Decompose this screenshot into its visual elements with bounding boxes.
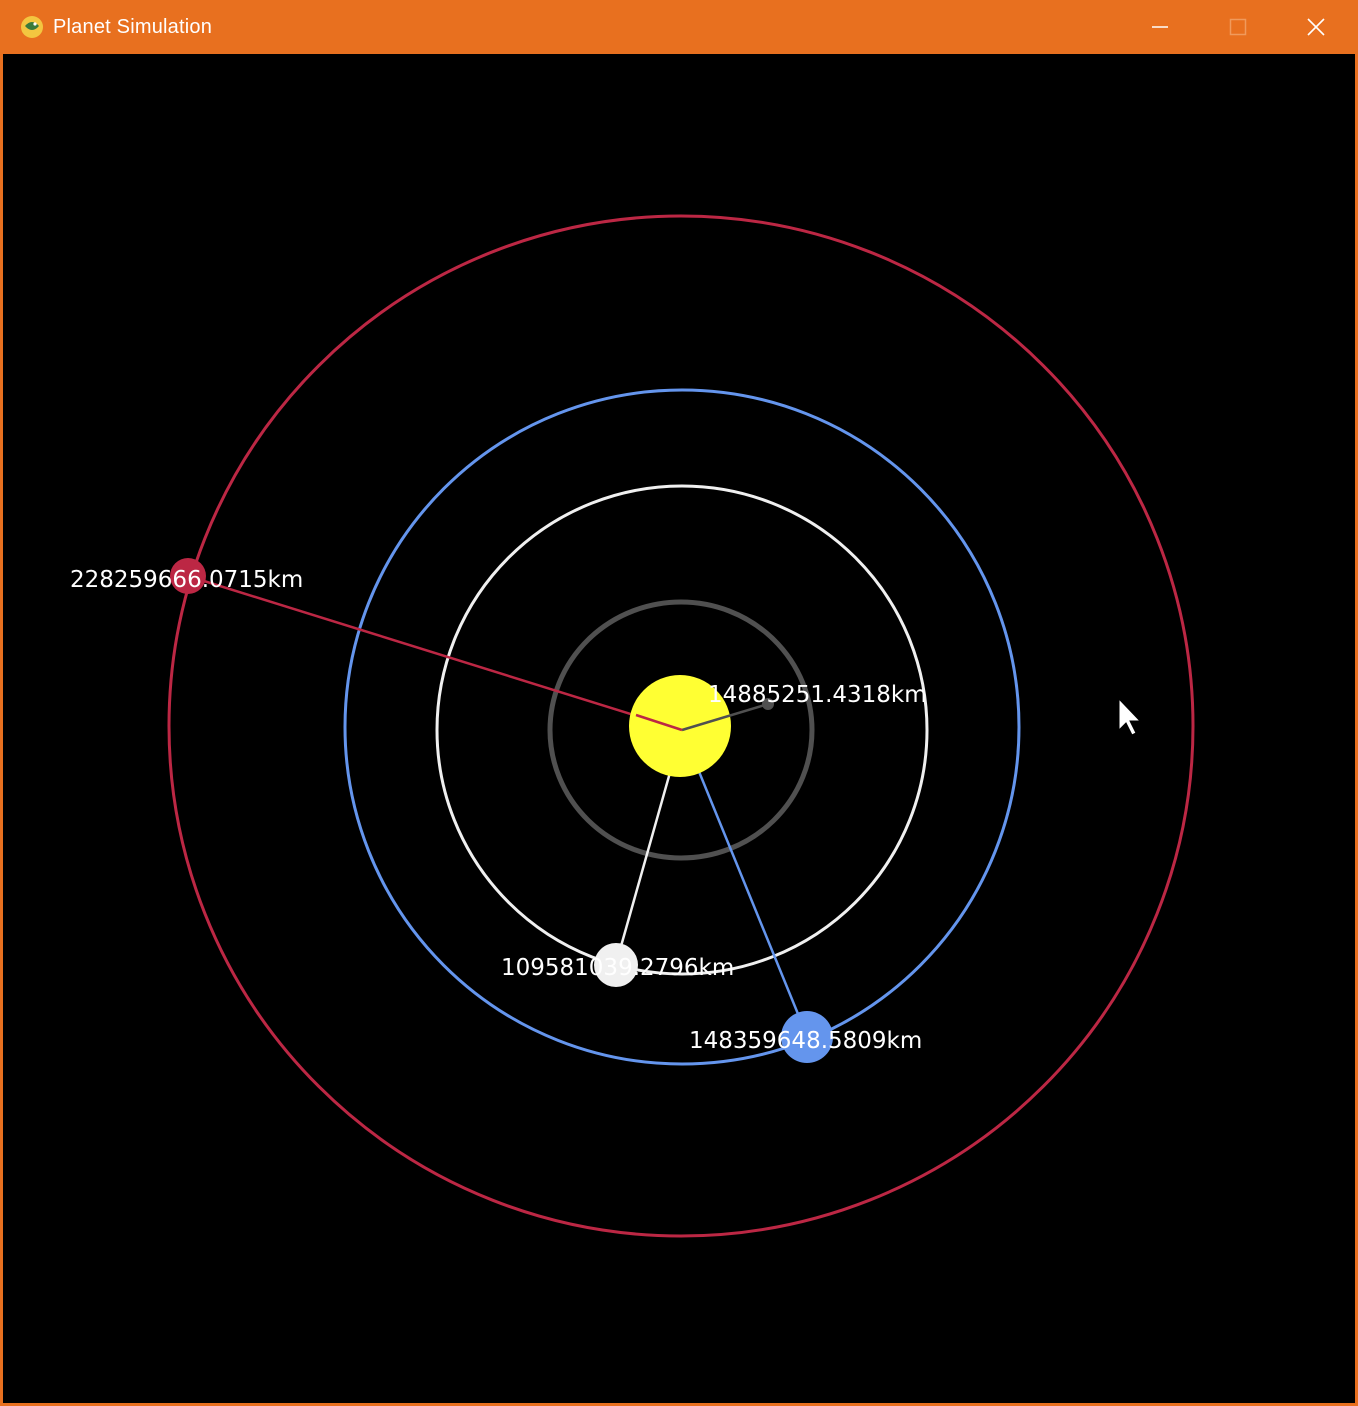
mars-distance-label: 228259666.0715km xyxy=(70,567,303,593)
python-snake-icon xyxy=(21,16,43,38)
maximize-icon xyxy=(1229,18,1247,36)
window-title: Planet Simulation xyxy=(53,15,213,38)
mars-distance-line xyxy=(187,574,683,732)
close-icon xyxy=(1307,18,1325,36)
minimize-button[interactable] xyxy=(1121,0,1199,54)
title-bar[interactable]: Planet Simulation xyxy=(3,0,1355,54)
earth-distance-line xyxy=(680,729,809,1037)
app-window: Planet Simulation 228259666.0715km 14885… xyxy=(0,0,1358,1406)
simulation-canvas[interactable]: 228259666.0715km 14885251.4318km 1095810… xyxy=(6,54,1355,1403)
maximize-button[interactable] xyxy=(1199,0,1277,54)
mouse-cursor-icon xyxy=(1118,697,1142,736)
earth-distance-label: 148359648.5809km xyxy=(689,1028,922,1054)
mercury-distance-label: 14885251.4318km xyxy=(708,682,927,708)
minimize-icon xyxy=(1152,26,1168,28)
venus-distance-label: 109581039.2796km xyxy=(501,955,734,981)
close-button[interactable] xyxy=(1277,0,1355,54)
window-controls xyxy=(1121,0,1355,54)
